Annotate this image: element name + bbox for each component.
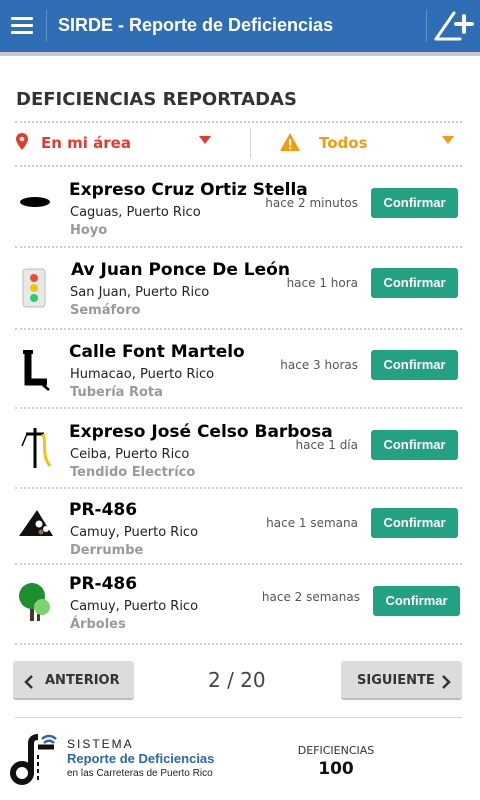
chevron-down-icon xyxy=(199,136,211,144)
landslide-icon xyxy=(17,502,53,546)
sirde-logo-icon xyxy=(8,733,60,789)
next-page-label: SIGUIENTE xyxy=(357,673,435,688)
confirm-button[interactable]: Confirmar xyxy=(371,350,458,380)
divider xyxy=(15,121,462,123)
app-bar-divider xyxy=(426,10,427,42)
divider xyxy=(15,563,462,565)
confirm-button[interactable]: Confirmar xyxy=(371,268,458,298)
app-title: SIRDE - Reporte de Deficiencias xyxy=(58,15,334,35)
report-title: Av Juan Ponce De León xyxy=(71,260,290,280)
confirm-button[interactable]: Confirmar xyxy=(371,188,458,218)
confirm-button[interactable]: Confirmar xyxy=(371,430,458,460)
report-location: Ceiba, Puerto Rico xyxy=(70,447,190,462)
report-category: Árboles xyxy=(70,617,126,632)
report-title: PR-486 xyxy=(69,574,138,594)
add-report-icon[interactable] xyxy=(432,6,476,46)
deficiency-count-value: 100 xyxy=(318,759,354,779)
divider xyxy=(15,246,462,248)
page-indicator: 2 / 20 xyxy=(208,668,266,692)
divider xyxy=(15,643,462,645)
chevron-down-icon xyxy=(442,136,454,144)
footer-divider xyxy=(15,717,462,718)
app-bar-shadow xyxy=(0,52,480,56)
report-category: Hoyo xyxy=(70,223,108,238)
report-category: Semáforo xyxy=(70,303,141,318)
warning-icon xyxy=(279,132,301,156)
broken-pipe-icon xyxy=(17,348,53,392)
filter-divider xyxy=(250,128,251,158)
report-time: hace 3 horas xyxy=(280,358,358,372)
confirm-button[interactable]: Confirmar xyxy=(373,586,460,616)
confirm-button[interactable]: Confirmar xyxy=(371,508,458,538)
previous-page-label: ANTERIOR xyxy=(45,673,120,688)
app-bar: SIRDE - Reporte de Deficiencias xyxy=(0,0,480,52)
divider xyxy=(15,407,462,409)
chevron-right-icon xyxy=(440,674,452,693)
report-category: Tendido Electríco xyxy=(70,465,196,480)
pothole-icon xyxy=(17,182,53,226)
logo-line-3: en las Carreteras de Puerto Rico xyxy=(67,768,213,779)
area-filter-dropdown[interactable]: En mi área xyxy=(15,126,238,160)
report-location: Humacao, Puerto Rico xyxy=(70,367,215,382)
tree-icon xyxy=(17,578,53,622)
report-title: PR-486 xyxy=(69,500,138,520)
report-location: San Juan, Puerto Rico xyxy=(70,285,210,300)
divider xyxy=(15,165,462,167)
report-category: Derrumbe xyxy=(70,543,144,558)
divider xyxy=(15,487,462,489)
power-line-icon xyxy=(17,426,53,470)
app-bar-divider xyxy=(46,10,47,42)
logo-line-2: Reporte de Deficiencias xyxy=(67,751,215,766)
report-title: Calle Font Martelo xyxy=(69,342,245,362)
area-filter-label: En mi área xyxy=(41,134,131,152)
type-filter-label: Todos xyxy=(319,134,368,152)
report-location: Caguas, Puerto Rico xyxy=(70,205,201,220)
location-pin-icon xyxy=(15,132,29,156)
report-location: Camuy, Puerto Rico xyxy=(70,599,199,614)
report-time: hace 1 semana xyxy=(266,516,358,530)
deficiency-count-label: DEFICIENCIAS xyxy=(297,744,375,757)
logo-line-1: SISTEMA xyxy=(67,737,134,751)
next-page-button[interactable]: SIGUIENTE xyxy=(341,661,462,700)
report-location: Camuy, Puerto Rico xyxy=(70,525,199,540)
page-title: DEFICIENCIAS REPORTADAS xyxy=(16,89,297,110)
report-category: Tubería Rota xyxy=(70,385,163,400)
report-title: Expreso José Celso Barbosa xyxy=(69,422,333,442)
traffic-light-icon xyxy=(17,266,53,310)
chevron-left-icon xyxy=(23,674,35,693)
hamburger-menu-icon[interactable] xyxy=(0,0,44,52)
type-filter-dropdown[interactable]: Todos xyxy=(252,126,462,160)
previous-page-button[interactable]: ANTERIOR xyxy=(13,661,134,700)
report-time: hace 2 semanas xyxy=(261,590,360,604)
report-time: hace 1 hora xyxy=(286,276,358,290)
divider xyxy=(15,328,462,330)
report-time: hace 2 minutos xyxy=(265,196,358,210)
report-time: hace 1 día xyxy=(295,438,358,452)
